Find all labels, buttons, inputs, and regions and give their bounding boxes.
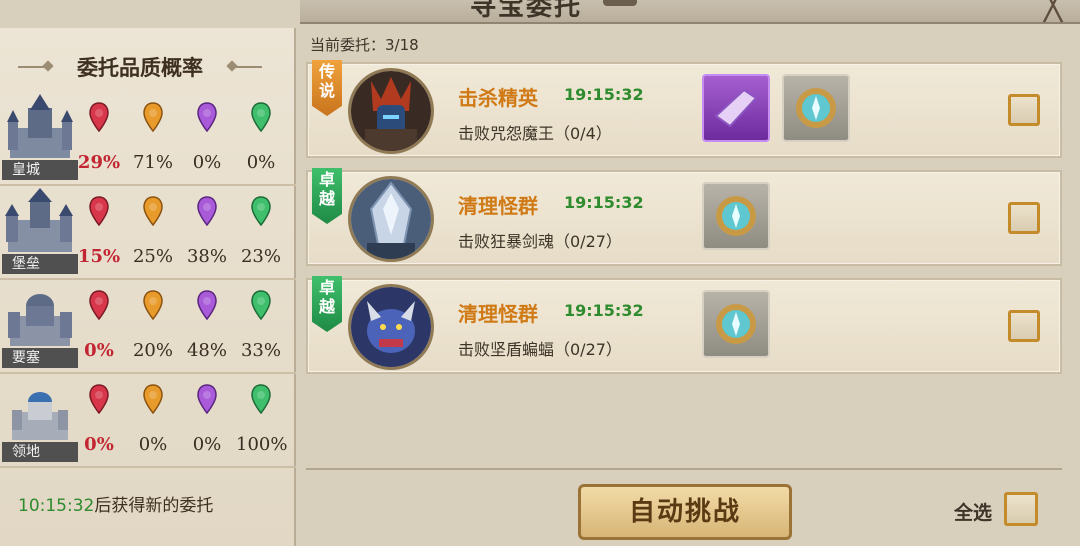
close-icon: ╳ xyxy=(1043,0,1063,23)
orange-quality-pin-icon xyxy=(143,196,163,227)
orange-quality-pin-icon xyxy=(143,102,163,133)
rate-value: 20% xyxy=(132,340,173,361)
building-label: 皇城 xyxy=(2,160,78,180)
stronghold-castle-icon xyxy=(8,294,72,346)
rate-value: 0% xyxy=(84,340,114,361)
palace-castle-icon xyxy=(7,94,73,158)
monster-avatar xyxy=(348,284,434,370)
orange-quality-pin-icon xyxy=(143,290,163,321)
building-label: 领地 xyxy=(2,442,78,462)
rate-value: 0% xyxy=(192,152,222,173)
task-time: 19:15:32 xyxy=(564,193,644,212)
panel-title: 委托品质概率 xyxy=(77,55,203,80)
purple-quality-pin-icon xyxy=(197,196,217,227)
rate-row-4: 领地 0% 0% 0% 100% xyxy=(0,374,296,468)
monster-avatar xyxy=(348,176,434,262)
red-quality-pin-icon xyxy=(89,384,109,415)
rank-tag-excellent: 卓越 xyxy=(312,276,342,332)
rate-row-3: 要塞 0% 20% 48% 33% xyxy=(0,280,296,374)
rate-row-1: 皇城 29% 71% 0% 0% xyxy=(0,92,296,186)
task-checkbox[interactable] xyxy=(1008,202,1040,234)
orange-quality-pin-icon xyxy=(143,384,163,415)
close-button[interactable]: ╳ xyxy=(1032,0,1074,21)
rate-value: 38% xyxy=(186,246,227,267)
rate-value: 48% xyxy=(186,340,227,361)
task-name: 清理怪群 xyxy=(458,194,538,218)
rate-value: 100% xyxy=(236,434,288,455)
rate-value: 15% xyxy=(77,246,121,267)
title-bar xyxy=(300,0,1080,24)
refresh-time: 10:15:32 xyxy=(18,496,95,516)
rate-value: 0% xyxy=(246,152,276,173)
purple-quality-pin-icon xyxy=(197,290,217,321)
purple-quality-pin-icon xyxy=(197,102,217,133)
green-quality-pin-icon xyxy=(251,196,271,227)
teal-gem-icon[interactable] xyxy=(702,182,770,250)
ornament-left-icon xyxy=(18,66,48,68)
task-checkbox[interactable] xyxy=(1008,310,1040,342)
commission-row[interactable]: 卓越 清理怪群 19:15:32 击败坚盾蝙蝠（0/27） xyxy=(306,276,1062,374)
task-time: 19:15:32 xyxy=(564,301,644,320)
select-all-label: 全选 xyxy=(954,502,993,524)
rate-value: 23% xyxy=(240,246,281,267)
task-description: 击败坚盾蝙蝠（0/27） xyxy=(458,340,622,359)
teal-gem-icon[interactable] xyxy=(782,74,850,142)
rate-value: 0% xyxy=(138,434,168,455)
ornament-right-icon xyxy=(232,66,262,68)
select-all-checkbox[interactable] xyxy=(1004,492,1038,526)
rate-value: 29% xyxy=(77,152,121,173)
building-label: 要塞 xyxy=(2,348,78,368)
rate-value: 0% xyxy=(84,434,114,455)
demon-king-icon xyxy=(351,71,431,151)
panel-header: 委托品质概率 xyxy=(0,48,296,84)
red-quality-pin-icon xyxy=(89,102,109,133)
building-label: 堡垒 xyxy=(2,254,78,274)
task-name: 击杀精英 xyxy=(458,86,538,110)
rate-row-2: 堡垒 15% 25% 38% 23% xyxy=(0,186,296,280)
green-quality-pin-icon xyxy=(251,102,271,133)
green-quality-pin-icon xyxy=(251,384,271,415)
purple-quality-pin-icon xyxy=(197,384,217,415)
purple-crystal-icon[interactable] xyxy=(702,74,770,142)
rate-value: 71% xyxy=(132,152,173,173)
info-icon[interactable] xyxy=(603,0,637,6)
divider xyxy=(306,468,1062,470)
red-quality-pin-icon xyxy=(89,196,109,227)
task-checkbox[interactable] xyxy=(1008,94,1040,126)
page-title: 寻宝委托 xyxy=(470,0,583,22)
teal-gem-icon[interactable] xyxy=(702,290,770,358)
rank-tag-legend: 传说 xyxy=(312,60,342,116)
commission-row[interactable]: 传说 击杀精英 19:15:32 击败咒怨魔王（0/4） xyxy=(306,60,1062,158)
current-commission-count: 当前委托：3/18 xyxy=(310,36,419,54)
commission-list-area: 当前委托：3/18 传说 击杀精英 19:15:32 击败咒怨魔王（0/4） 卓… xyxy=(298,22,1080,546)
shield-bat-icon xyxy=(351,287,431,367)
territory-castle-icon xyxy=(12,392,68,440)
sword-spirit-icon xyxy=(351,179,431,259)
rate-value: 25% xyxy=(132,246,173,267)
fortress-castle-icon xyxy=(5,188,73,252)
task-description: 击败咒怨魔王（0/4） xyxy=(458,124,612,143)
task-description: 击败狂暴剑魂（0/27） xyxy=(458,232,622,251)
green-quality-pin-icon xyxy=(251,290,271,321)
auto-challenge-button[interactable]: 自动挑战 xyxy=(578,484,792,540)
refresh-note: 10:15:32后获得新的委托 xyxy=(18,491,213,516)
rank-tag-excellent: 卓越 xyxy=(312,168,342,224)
task-name: 清理怪群 xyxy=(458,302,538,326)
red-quality-pin-icon xyxy=(89,290,109,321)
commission-row[interactable]: 卓越 清理怪群 19:15:32 击败狂暴剑魂（0/27） xyxy=(306,168,1062,266)
rate-value: 0% xyxy=(192,434,222,455)
rate-value: 33% xyxy=(240,340,281,361)
task-time: 19:15:32 xyxy=(564,85,644,104)
monster-avatar xyxy=(348,68,434,154)
refresh-text: 后获得新的委托 xyxy=(94,496,214,516)
quality-rate-panel: 委托品质概率 皇城 29% 71% 0% 0% 堡垒 15% 25% 38% 2… xyxy=(0,28,296,546)
